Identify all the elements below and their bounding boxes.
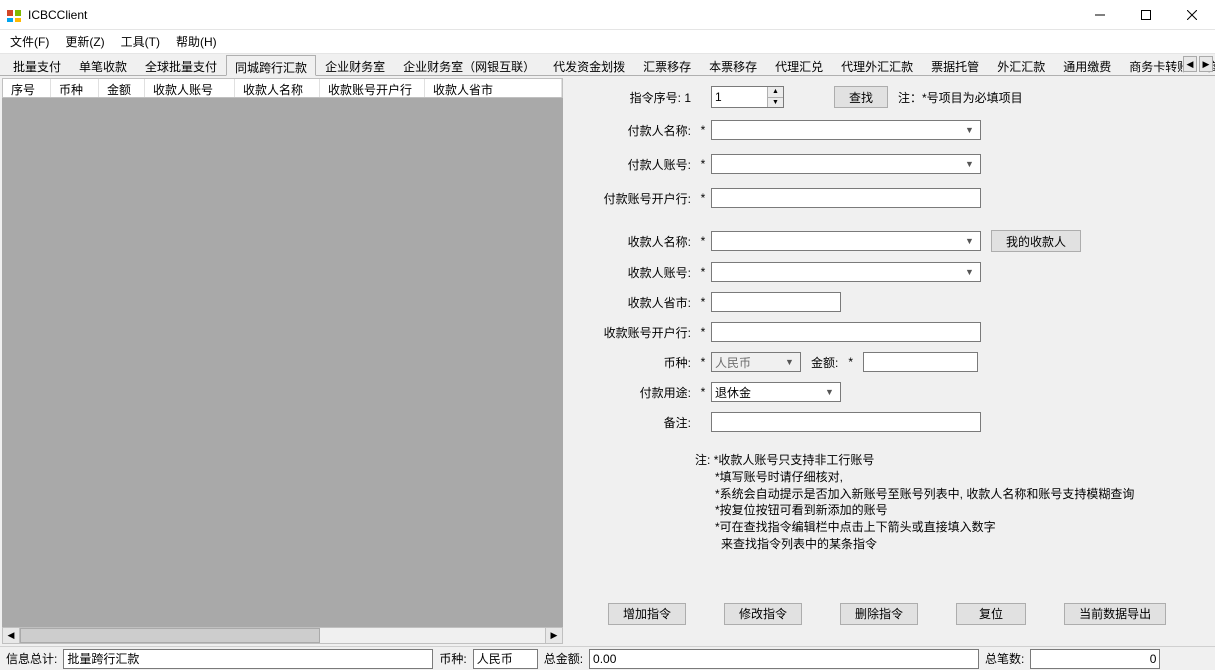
my-payees-button[interactable]: 我的收款人 — [991, 230, 1081, 252]
payee-bank-input[interactable] — [711, 322, 981, 342]
order-seq-value: 1 — [684, 91, 691, 105]
status-info-input[interactable] — [63, 649, 433, 669]
col-currency[interactable]: 币种 — [51, 79, 99, 97]
add-button[interactable]: 增加指令 — [608, 603, 686, 625]
menubar: 文件(F) 更新(Z) 工具(T) 帮助(H) — [0, 30, 1215, 54]
order-seq-spinner[interactable]: ▲▼ — [711, 86, 784, 108]
currency-label: 币种: — [580, 354, 695, 371]
required-note: 注：*号项目为必填项目 — [898, 89, 1023, 106]
purpose-select[interactable]: 退休金▼ — [711, 382, 841, 402]
payer-acct-label: 付款人账号: — [580, 156, 695, 173]
tab-batch-pay[interactable]: 批量支付 — [4, 54, 70, 75]
spin-up-icon[interactable]: ▲ — [768, 87, 783, 98]
delete-button[interactable]: 删除指令 — [840, 603, 918, 625]
tab-agent-fx[interactable]: 代理外汇汇款 — [832, 54, 922, 75]
notes-label: 注: — [695, 453, 710, 467]
statusbar: 信息总计: 币种: 总金额: 总笔数: — [0, 646, 1215, 670]
tab-corp-finance[interactable]: 企业财务室 — [316, 54, 394, 75]
status-totalamt-label: 总金额: — [544, 650, 583, 667]
tab-single-collect[interactable]: 单笔收款 — [70, 54, 136, 75]
payee-acct-label: 收款人账号: — [580, 264, 695, 281]
status-currency-input[interactable] — [473, 649, 538, 669]
app-title: ICBCClient — [28, 8, 1077, 22]
status-currency-label: 币种: — [439, 650, 466, 667]
titlebar: ICBCClient — [0, 0, 1215, 30]
export-button[interactable]: 当前数据导出 — [1064, 603, 1166, 625]
spin-down-icon[interactable]: ▼ — [768, 98, 783, 108]
minimize-button[interactable] — [1077, 0, 1123, 30]
tab-general-fee[interactable]: 通用缴费 — [1054, 54, 1120, 75]
chevron-down-icon: ▼ — [782, 357, 797, 367]
col-payee-acct[interactable]: 收款人账号 — [145, 79, 235, 97]
tab-fund-transfer[interactable]: 代发资金划拨 — [544, 54, 634, 75]
amount-input[interactable] — [863, 352, 978, 372]
remark-input[interactable] — [711, 412, 981, 432]
chevron-down-icon: ▼ — [822, 387, 837, 397]
payer-bank-label: 付款账号开户行: — [580, 190, 695, 207]
table-header: 序号 币种 金额 收款人账号 收款人名称 收款账号开户行 收款人省市 — [2, 78, 563, 98]
status-totalamt-input[interactable] — [589, 649, 979, 669]
tab-global-batch[interactable]: 全球批量支付 — [136, 54, 226, 75]
currency-combo: 人民币▼ — [711, 352, 801, 372]
action-row: 增加指令 修改指令 删除指令 复位 当前数据导出 — [608, 603, 1205, 625]
status-totalcount-input[interactable] — [1030, 649, 1160, 669]
menu-file[interactable]: 文件(F) — [10, 33, 49, 50]
status-info-label: 信息总计: — [6, 650, 57, 667]
payee-prov-label: 收款人省市: — [580, 294, 695, 311]
tabbar: 批量支付 单笔收款 全球批量支付 同城跨行汇款 企业财务室 企业财务室（网银互联… — [0, 54, 1215, 76]
close-button[interactable] — [1169, 0, 1215, 30]
scroll-thumb[interactable] — [20, 628, 320, 643]
tab-local-crossbank[interactable]: 同城跨行汇款 — [226, 55, 316, 76]
tab-corp-finance-netbank[interactable]: 企业财务室（网银互联） — [394, 54, 544, 75]
app-icon — [6, 7, 22, 23]
purpose-label: 付款用途: — [580, 384, 695, 401]
tab-agent-exchange[interactable]: 代理汇兑 — [766, 54, 832, 75]
scroll-left-icon[interactable]: ◀ — [3, 628, 20, 643]
search-button[interactable]: 查找 — [834, 86, 888, 108]
chevron-down-icon: ▼ — [962, 267, 977, 277]
menu-tools[interactable]: 工具(T) — [121, 33, 160, 50]
chevron-down-icon: ▼ — [962, 236, 977, 246]
form-panel: 指令序号: 1 ▲▼ 查找 注：*号项目为必填项目 付款人名称: * ▼ 付款人… — [565, 76, 1215, 646]
tab-check-transfer[interactable]: 本票移存 — [700, 54, 766, 75]
payer-name-label: 付款人名称: — [580, 122, 695, 139]
table-body — [2, 98, 563, 627]
col-amount[interactable]: 金额 — [99, 79, 145, 97]
horizontal-scrollbar[interactable]: ◀ ▶ — [2, 627, 563, 644]
payee-name-combo[interactable]: ▼ — [711, 231, 981, 251]
tab-fx-remit[interactable]: 外汇汇款 — [988, 54, 1054, 75]
menu-update[interactable]: 更新(Z) — [65, 33, 104, 50]
scroll-right-icon[interactable]: ▶ — [545, 628, 562, 643]
order-seq-label: 指令序号: — [630, 91, 681, 105]
payee-name-label: 收款人名称: — [580, 233, 695, 250]
chevron-down-icon: ▼ — [962, 125, 977, 135]
status-totalcount-label: 总笔数: — [985, 650, 1024, 667]
left-panel: 序号 币种 金额 收款人账号 收款人名称 收款账号开户行 收款人省市 ◀ ▶ — [0, 76, 565, 646]
col-payee-name[interactable]: 收款人名称 — [235, 79, 320, 97]
tab-draft-transfer[interactable]: 汇票移存 — [634, 54, 700, 75]
col-payee-prov[interactable]: 收款人省市 — [425, 79, 562, 97]
amount-label: 金额: — [811, 354, 838, 371]
tab-bill-custody[interactable]: 票据托管 — [922, 54, 988, 75]
reset-button[interactable]: 复位 — [956, 603, 1026, 625]
payer-name-combo[interactable]: ▼ — [711, 120, 981, 140]
payer-bank-input[interactable] — [711, 188, 981, 208]
remark-label: 备注: — [580, 414, 695, 431]
notes-block: 注: *收款人账号只支持非工行账号 *填写账号时请仔细核对, *系统会自动提示是… — [695, 452, 1205, 553]
col-payee-bank[interactable]: 收款账号开户行 — [320, 79, 425, 97]
col-seq[interactable]: 序号 — [3, 79, 51, 97]
maximize-button[interactable] — [1123, 0, 1169, 30]
payee-bank-label: 收款账号开户行: — [580, 324, 695, 341]
payer-acct-combo[interactable]: ▼ — [711, 154, 981, 174]
modify-button[interactable]: 修改指令 — [724, 603, 802, 625]
payee-prov-input[interactable] — [711, 292, 841, 312]
menu-help[interactable]: 帮助(H) — [176, 33, 217, 50]
payee-acct-combo[interactable]: ▼ — [711, 262, 981, 282]
chevron-down-icon: ▼ — [962, 159, 977, 169]
tab-scroll-right[interactable]: ▶ — [1199, 56, 1213, 72]
tab-scroll-left[interactable]: ◀ — [1183, 56, 1197, 72]
order-seq-input[interactable] — [712, 87, 767, 107]
